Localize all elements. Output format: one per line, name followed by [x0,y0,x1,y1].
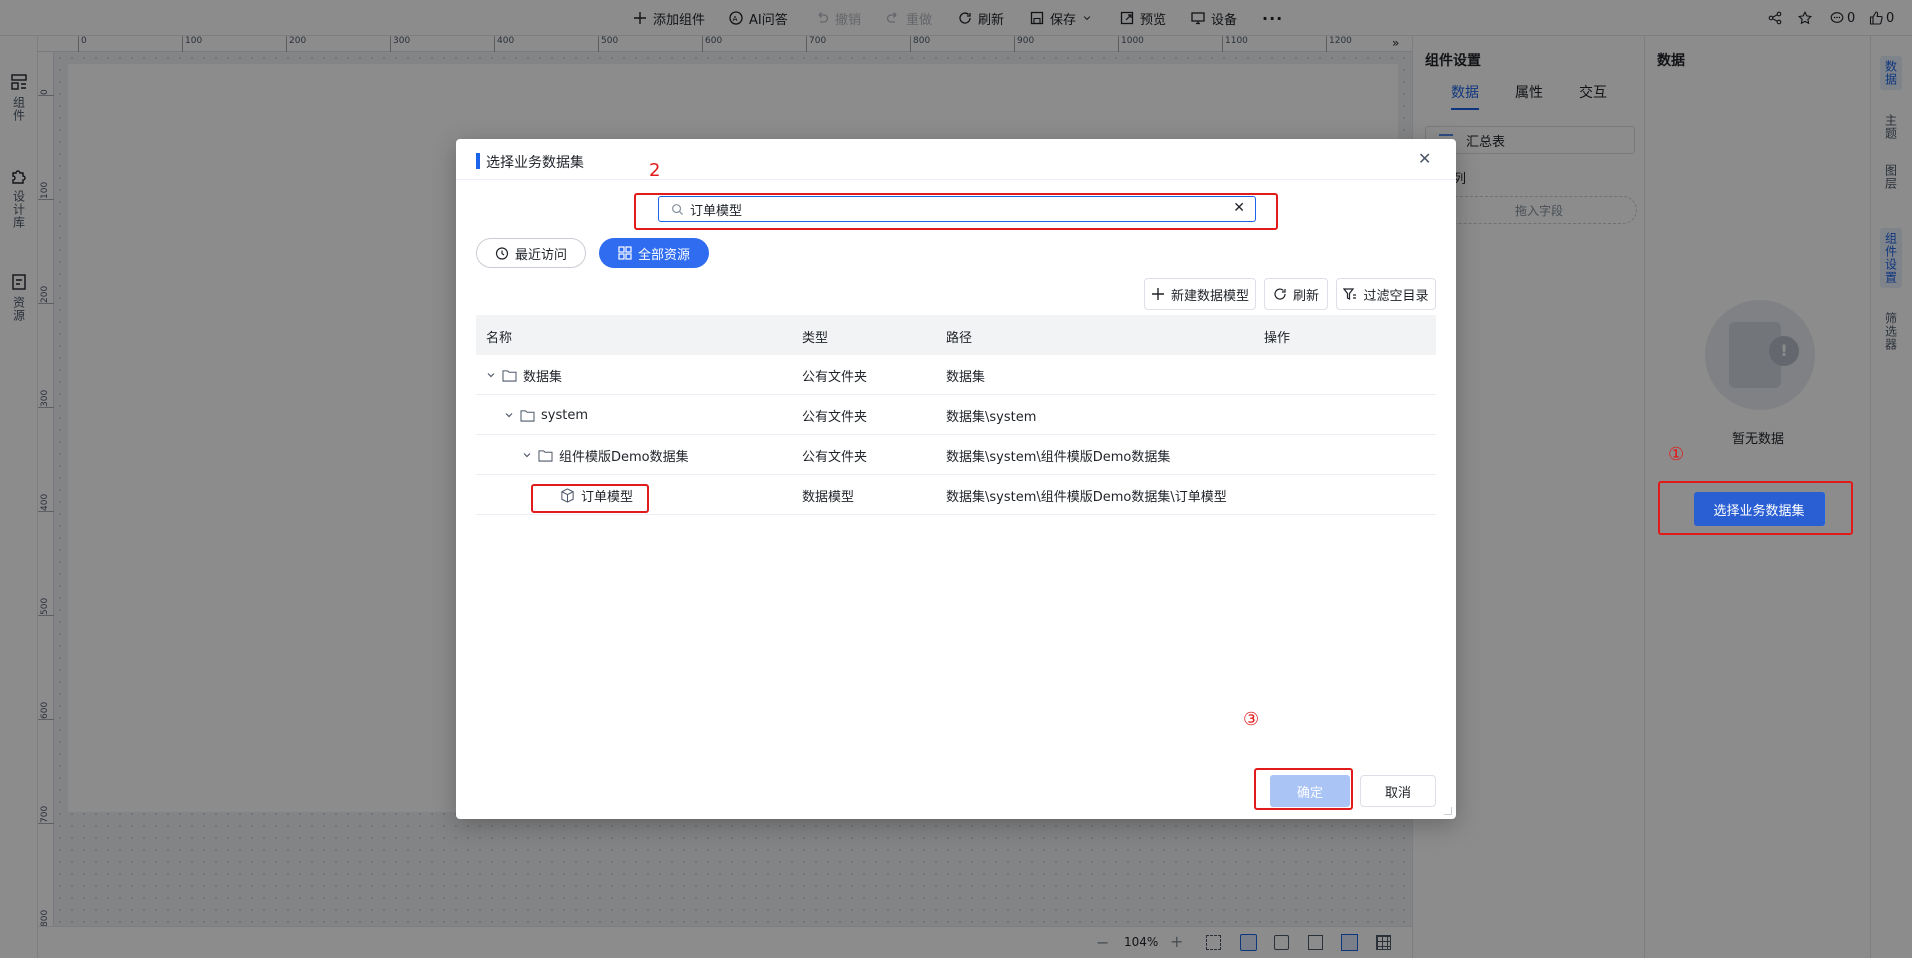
annotation-box-step1 [1658,481,1853,535]
column-header-name: 名称 [486,331,513,346]
grid-apps-icon [618,246,632,260]
row-path: 数据集 [946,369,986,385]
select-dataset-dialog: 选择业务数据集 ✕ 订单模型 ✕ 最近访问 全部资源 新建数据模型 刷新 过滤空… [456,139,1456,819]
annotation-box-search [634,193,1278,230]
chevron-down-icon[interactable] [504,410,514,420]
annotation-step1: ① [1668,444,1685,465]
title-divider [456,179,1456,180]
cancel-button[interactable]: 取消 [1360,775,1436,807]
row-type: 公有文件夹 [802,449,868,465]
clock-icon [495,247,509,260]
row-path: 数据集\system\组件模版Demo数据集 [946,449,1171,465]
dialog-title: 选择业务数据集 [486,155,584,171]
annotation-box-confirm [1254,768,1353,810]
refresh-icon [1274,288,1286,300]
column-header-type: 类型 [802,331,829,346]
title-accent-bar [476,153,480,169]
annotation-box-order-model [531,484,649,513]
row-path: 数据集\system [946,409,1037,425]
recent-filter-button[interactable]: 最近访问 [476,238,586,268]
table-row[interactable]: 数据集 公有文件夹 数据集 [476,355,1436,395]
recent-filter-label: 最近访问 [514,247,567,263]
row-type: 公有文件夹 [802,409,868,425]
column-header-actions: 操作 [1264,331,1291,346]
row-name: 组件模版Demo数据集 [559,449,689,465]
dialog-refresh-label: 刷新 [1292,288,1319,304]
row-type: 数据模型 [802,489,855,505]
annotation-step2: 2 [649,160,661,181]
resize-handle-icon[interactable] [1444,807,1452,815]
chevron-down-icon[interactable] [486,370,496,380]
filter-empty-dirs-button[interactable]: 过滤空目录 [1336,278,1436,310]
row-name: system [541,407,588,423]
folder-icon [538,449,553,462]
table-header: 名称 类型 路径 操作 [476,315,1436,355]
filter-empty-label: 过滤空目录 [1363,288,1429,304]
new-data-model-button[interactable]: 新建数据模型 [1144,278,1256,310]
dialog-refresh-button[interactable]: 刷新 [1264,278,1328,310]
folder-icon [502,369,517,382]
folder-icon [520,409,535,422]
cancel-label: 取消 [1384,785,1411,801]
table-row[interactable]: 组件模版Demo数据集 公有文件夹 数据集\system\组件模版Demo数据集 [476,435,1436,475]
close-icon[interactable]: ✕ [1418,149,1431,168]
chevron-down-icon[interactable] [522,450,532,460]
filter-icon [1343,288,1357,300]
annotation-step3: ③ [1243,709,1260,730]
new-data-model-label: 新建数据模型 [1170,288,1249,304]
row-type: 公有文件夹 [802,369,868,385]
row-path: 数据集\system\组件模版Demo数据集\订单模型 [946,489,1227,505]
row-name: 数据集 [523,369,563,385]
plus-icon [1151,288,1164,300]
all-resources-label: 全部资源 [637,247,690,263]
all-resources-filter-button[interactable]: 全部资源 [599,238,709,268]
table-row[interactable]: system 公有文件夹 数据集\system [476,395,1436,435]
column-header-path: 路径 [946,331,973,346]
